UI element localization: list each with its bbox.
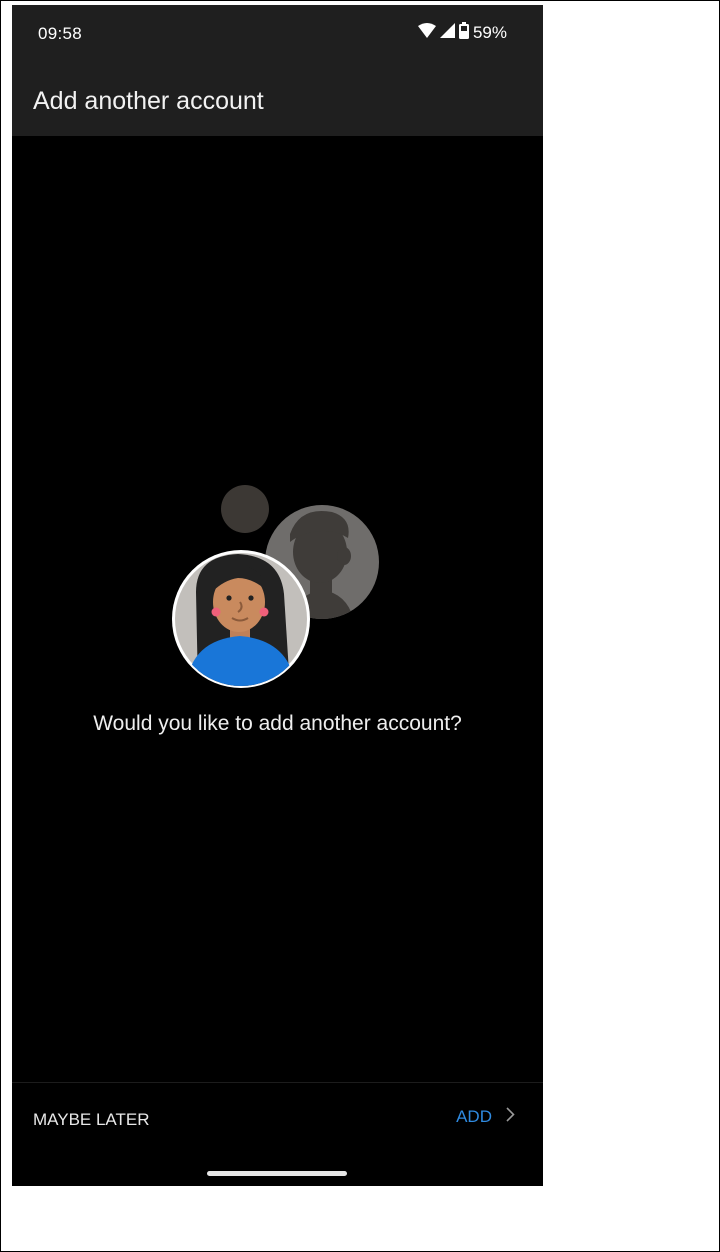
add-button-label: ADD: [456, 1107, 492, 1126]
maybe-later-button[interactable]: MAYBE LATER: [33, 1110, 150, 1130]
app-bar: Add another account: [12, 63, 543, 136]
page-title: Add another account: [33, 87, 264, 115]
home-indicator[interactable]: [207, 1171, 347, 1176]
phone-screen: 09:58 59% Add another account Would you …: [12, 5, 543, 1186]
screenshot-frame: 09:58 59% Add another account Would you …: [0, 0, 720, 1252]
status-time: 09:58: [38, 24, 83, 43]
status-bar: 09:58 59%: [12, 5, 543, 63]
chevron-right-icon: [506, 1107, 515, 1127]
main-content: Would you like to add another account?: [12, 136, 543, 1082]
two-accounts-illustration: [172, 482, 382, 688]
battery-percent: 59%: [472, 23, 507, 42]
cell-signal-icon: [439, 23, 455, 43]
add-button[interactable]: ADD: [456, 1107, 515, 1127]
footer-bar: MAYBE LATER ADD: [12, 1082, 543, 1186]
wifi-icon: [417, 22, 436, 44]
status-icons: 59%: [417, 22, 507, 44]
add-account-question: Would you like to add another account?: [93, 712, 462, 735]
battery-icon: [458, 22, 469, 44]
